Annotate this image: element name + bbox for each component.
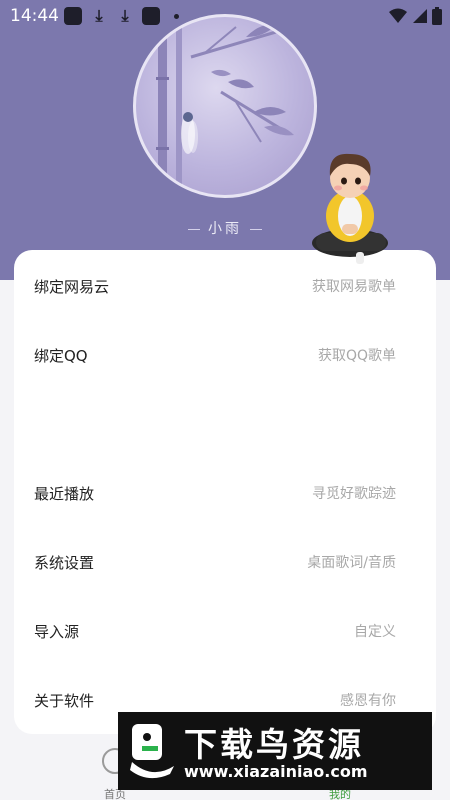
wifi-icon — [389, 8, 407, 23]
menu-item-title: 关于软件 — [34, 691, 95, 710]
menu-item-title: 导入源 — [34, 622, 80, 641]
menu-item-title: 绑定网易云 — [34, 277, 110, 296]
username: 小雨 — [175, 218, 275, 238]
menu-item-title: 系统设置 — [34, 553, 95, 572]
menu-item-bind-qq[interactable]: 绑定QQ 获取QQ歌单 — [34, 335, 396, 375]
mascot-character — [310, 148, 392, 268]
menu-item-subtitle: 感恩有你 — [340, 693, 396, 709]
bird-logo-icon — [130, 724, 174, 779]
menu-item-title: 最近播放 — [34, 484, 95, 503]
mascot-illustration — [312, 153, 388, 264]
menu-item-subtitle: 寻觅好歌踪迹 — [312, 486, 396, 502]
menu-item-system-settings[interactable]: 系统设置 桌面歌词/音质 — [34, 542, 396, 582]
system-icons — [388, 7, 442, 25]
app-notification-icon — [142, 7, 160, 25]
app-notification-icon — [64, 7, 82, 25]
menu-item-subtitle: 获取QQ歌单 — [317, 348, 396, 364]
avatar[interactable] — [133, 14, 317, 198]
menu-item-subtitle: 自定义 — [354, 624, 396, 640]
watermark-url: www.xiazainiao.com — [184, 762, 368, 781]
download-icon: ⤓ — [95, 6, 103, 25]
menu-item-bind-netease[interactable]: 绑定网易云 获取网易歌单 — [34, 266, 396, 306]
menu-item-subtitle: 桌面歌词/音质 — [307, 555, 396, 571]
watermark-title: 下载鸟资源 — [184, 725, 364, 764]
watermark-banner: 下载鸟资源 www.xiazainiao.com — [118, 712, 432, 790]
settings-card: 绑定网易云 获取网易歌单 绑定QQ 获取QQ歌单 最近播放 寻觅好歌踪迹 系统设… — [14, 250, 436, 734]
menu-item-recent-play[interactable]: 最近播放 寻觅好歌踪迹 — [34, 473, 396, 513]
download-icon: ⤓ — [121, 6, 129, 25]
notification-icons: ⤓ ⤓ — [64, 7, 179, 25]
more-notifications-icon — [174, 13, 179, 19]
bamboo-cicada-illustration — [156, 17, 294, 195]
status-time: 14:44 — [10, 6, 59, 26]
menu-item-import-source[interactable]: 导入源 自定义 — [34, 611, 396, 651]
menu-item-subtitle: 获取网易歌单 — [312, 279, 396, 295]
cellular-signal-icon — [413, 9, 427, 23]
battery-icon — [432, 7, 442, 25]
menu-item-title: 绑定QQ — [34, 346, 88, 365]
